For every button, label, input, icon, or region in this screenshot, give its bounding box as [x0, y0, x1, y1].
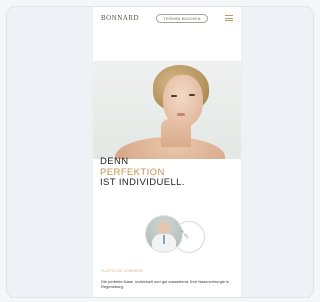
doctor-tie — [163, 235, 165, 244]
brand-logo[interactable]: BONNARD — [101, 14, 139, 22]
portrait-face — [163, 75, 203, 127]
book-appointment-button[interactable]: TERMIN BUCHEN — [156, 13, 208, 23]
preview-card: BONNARD TERMIN BUCHEN DENN PERFEKTION IS… — [6, 6, 314, 298]
portrait-eye-right — [189, 94, 195, 96]
doctor-head — [158, 222, 170, 234]
intro-paragraph: Die perfekte Nase, individuell und gut a… — [101, 279, 230, 289]
headline-line-3: IST INDIVIDUELL. — [100, 177, 185, 188]
hero-headline: DENN PERFEKTION IST INDIVIDUELL. — [100, 156, 240, 189]
portrait-lips — [177, 113, 185, 116]
portrait-eye-left — [171, 95, 177, 97]
hero-portrait-image — [93, 61, 241, 159]
mobile-page-preview: BONNARD TERMIN BUCHEN DENN PERFEKTION IS… — [93, 7, 241, 297]
section-subline: PLASTISCHE CHIRURGIE — [101, 269, 144, 273]
headline-line-1: DENN — [100, 156, 129, 167]
hamburger-menu-icon[interactable] — [224, 15, 233, 21]
top-navigation: BONNARD TERMIN BUCHEN — [93, 7, 241, 29]
